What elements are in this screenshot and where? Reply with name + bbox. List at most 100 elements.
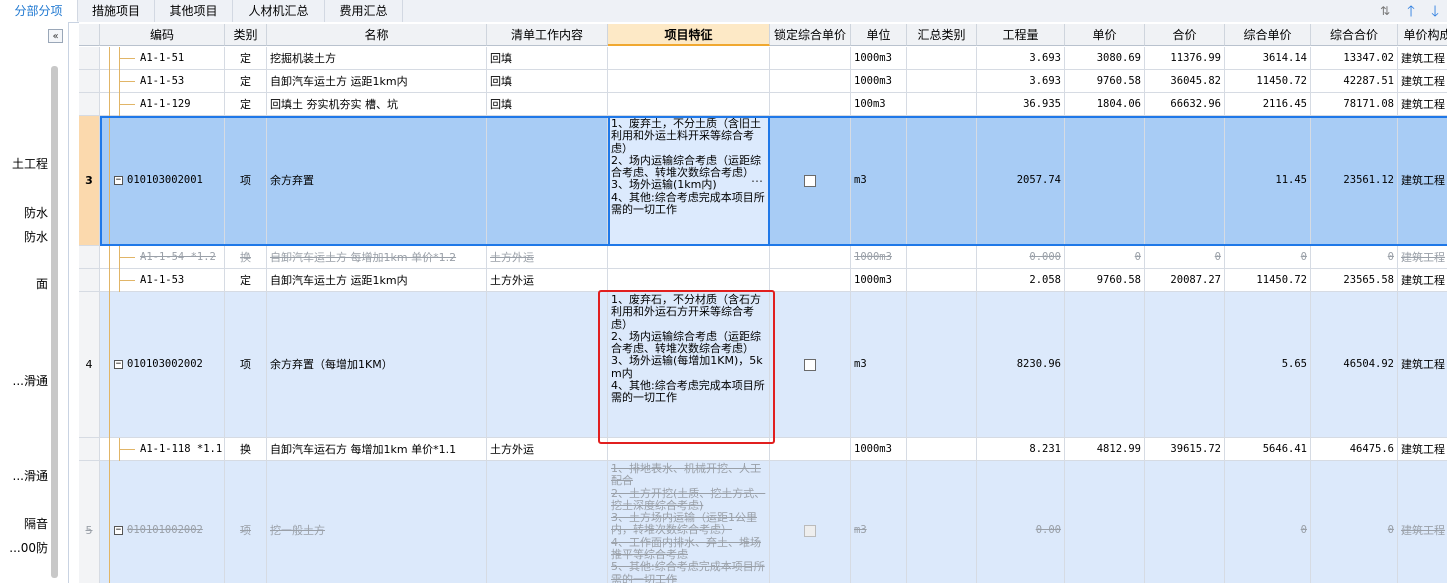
qty-cell[interactable]: 2057.74 (977, 116, 1065, 246)
ctotal-cell[interactable]: 78171.08 (1311, 93, 1398, 116)
name-cell[interactable]: 余方弃置 (267, 116, 487, 246)
price-cell[interactable] (1065, 292, 1145, 438)
unit-cell[interactable]: 100m3 (851, 93, 907, 116)
name-cell[interactable]: 回填土 夯实机夯实 槽、坑 (267, 93, 487, 116)
qty-cell[interactable]: 3.693 (977, 47, 1065, 70)
feature-cell[interactable] (608, 246, 770, 269)
name-cell[interactable]: 自卸汽车运土方 每增加1km 单价*1.2 (267, 246, 487, 269)
cat-cell[interactable] (907, 116, 977, 246)
cat-cell[interactable] (907, 93, 977, 116)
comp-cell[interactable]: 建筑工程 (1398, 438, 1447, 461)
lock-price-cell[interactable] (770, 438, 851, 461)
feature-cell[interactable] (608, 93, 770, 116)
work-cell[interactable]: 回填 (487, 93, 608, 116)
lock-price-cell[interactable] (770, 269, 851, 292)
unit-cell[interactable]: 1000m3 (851, 246, 907, 269)
total-cell[interactable] (1145, 461, 1225, 583)
ctotal-cell[interactable]: 0 (1311, 246, 1398, 269)
tree-item[interactable]: 面 (0, 275, 48, 292)
unit-cell[interactable]: 1000m3 (851, 438, 907, 461)
work-cell[interactable]: 土方外运 (487, 269, 608, 292)
type-cell[interactable]: 定 (225, 269, 267, 292)
type-cell[interactable]: 定 (225, 47, 267, 70)
type-cell[interactable]: 换 (225, 246, 267, 269)
lock-price-checkbox[interactable] (804, 174, 816, 187)
type-header[interactable]: 类别 (225, 24, 267, 46)
price-cell[interactable]: 3080.69 (1065, 47, 1145, 70)
tree-item[interactable]: 隔音 (0, 515, 48, 532)
unit-cell[interactable]: m3 (851, 116, 907, 246)
collapse-toggle-icon[interactable]: − (114, 360, 123, 369)
summary-category-header[interactable]: 汇总类别 (907, 24, 977, 46)
ctotal-cell[interactable]: 46475.6 (1311, 438, 1398, 461)
work-cell[interactable] (487, 461, 608, 583)
ctotal-cell[interactable]: 23565.58 (1311, 269, 1398, 292)
feature-cell[interactable] (608, 269, 770, 292)
work-cell[interactable] (487, 116, 608, 246)
feature-cell[interactable]: 1、废弃土，不分土质（含旧土利用和外运土料开采等综合考虑） 2、场内运输综合考虑… (608, 116, 770, 246)
ctotal-cell[interactable]: 23561.12 (1311, 116, 1398, 246)
name-cell[interactable]: 挖一般土方 (267, 461, 487, 583)
work-cell[interactable]: 土方外运 (487, 246, 608, 269)
tree-item[interactable]: 滑通... (0, 467, 48, 484)
arrow-up-icon[interactable]: 🡑 (1403, 2, 1419, 20)
total-cell[interactable]: 20087.27 (1145, 269, 1225, 292)
comp-cell[interactable]: 建筑工程 (1398, 93, 1447, 116)
type-cell[interactable]: 项 (225, 292, 267, 438)
cat-cell[interactable] (907, 461, 977, 583)
lock-price-header[interactable]: 锁定综合单价 (770, 24, 851, 46)
total-cell[interactable]: 66632.96 (1145, 93, 1225, 116)
comp-cell[interactable]: 建筑工程 (1398, 292, 1447, 438)
arrow-down-icon[interactable]: 🡓 (1427, 2, 1443, 20)
tab-fenbufenxiang[interactable]: 分部分项 (0, 0, 78, 22)
type-cell[interactable]: 换 (225, 438, 267, 461)
lock-price-cell[interactable] (770, 116, 851, 246)
unit-header[interactable]: 单位 (851, 24, 907, 46)
unit-cell[interactable]: 1000m3 (851, 70, 907, 93)
cprice-cell[interactable]: 11450.72 (1225, 269, 1311, 292)
name-header[interactable]: 名称 (267, 24, 487, 46)
comp-cell[interactable]: 建筑工程 (1398, 116, 1447, 246)
total-price-header[interactable]: 合价 (1145, 24, 1225, 46)
cat-cell[interactable] (907, 70, 977, 93)
feature-header[interactable]: 项目特征 (608, 24, 770, 46)
name-cell[interactable]: 自卸汽车运土方 运距1km内 (267, 70, 487, 93)
lock-price-cell[interactable] (770, 246, 851, 269)
type-cell[interactable]: 定 (225, 93, 267, 116)
total-cell[interactable] (1145, 292, 1225, 438)
price-cell[interactable]: 9760.58 (1065, 70, 1145, 93)
lock-price-checkbox[interactable] (804, 524, 816, 537)
composite-price-header[interactable]: 综合单价 (1225, 24, 1311, 46)
left-panel-scrollbar[interactable] (51, 66, 58, 578)
cprice-cell[interactable]: 5.65 (1225, 292, 1311, 438)
qty-cell[interactable]: 3.693 (977, 70, 1065, 93)
total-cell[interactable] (1145, 116, 1225, 246)
code-cell[interactable]: −010103002001 (100, 116, 225, 246)
price-cell[interactable]: 0 (1065, 246, 1145, 269)
feature-edit-button[interactable]: ⋯ (751, 174, 763, 188)
work-cell[interactable]: 土方外运 (487, 438, 608, 461)
cat-cell[interactable] (907, 47, 977, 70)
lock-price-cell[interactable] (770, 93, 851, 116)
total-cell[interactable]: 0 (1145, 246, 1225, 269)
cprice-cell[interactable]: 0 (1225, 461, 1311, 583)
qty-cell[interactable]: 8.231 (977, 438, 1065, 461)
code-header[interactable]: 编码 (100, 24, 225, 46)
cprice-cell[interactable]: 2116.45 (1225, 93, 1311, 116)
tree-item[interactable]: 00防... (0, 539, 48, 556)
unit-cell[interactable]: m3 (851, 292, 907, 438)
unit-price-header[interactable]: 单价 (1065, 24, 1145, 46)
price-cell[interactable] (1065, 461, 1145, 583)
lock-price-cell[interactable] (770, 292, 851, 438)
price-composition-header[interactable]: 单价构成 (1398, 24, 1447, 46)
price-cell[interactable]: 1804.06 (1065, 93, 1145, 116)
price-cell[interactable]: 4812.99 (1065, 438, 1145, 461)
work-content-header[interactable]: 清单工作内容 (487, 24, 608, 46)
sort-icon[interactable]: ⇅ (1377, 2, 1393, 20)
name-cell[interactable]: 余方弃置（每增加1KM） (267, 292, 487, 438)
qty-cell[interactable]: 36.935 (977, 93, 1065, 116)
collapse-toggle-icon[interactable]: − (114, 176, 123, 185)
cat-cell[interactable] (907, 246, 977, 269)
ctotal-cell[interactable]: 13347.02 (1311, 47, 1398, 70)
work-cell[interactable]: 回填 (487, 70, 608, 93)
